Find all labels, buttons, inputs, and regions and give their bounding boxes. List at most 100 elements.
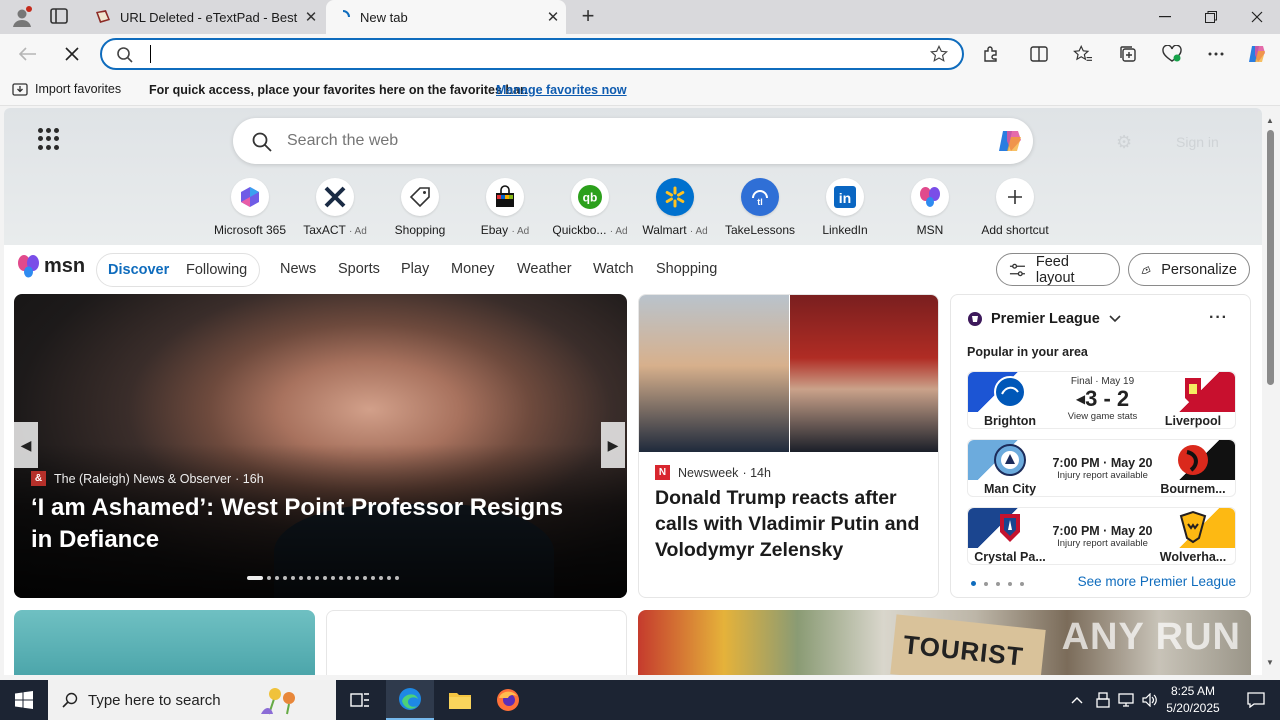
favorite-star-icon[interactable] [929,44,949,68]
feed-layout-button[interactable]: Feed layout [996,253,1120,286]
add-shortcut-button[interactable]: Add shortcut [973,178,1057,237]
new-tab-button[interactable]: + [576,5,600,28]
address-input[interactable] [148,44,908,64]
news-card-age: · 14h [742,465,771,480]
carousel-next-icon[interactable]: ▶ [601,422,625,468]
shortcut-walmart[interactable]: Walmart · Ad [633,178,717,237]
back-arrow-icon[interactable] [14,40,42,68]
personalize-button[interactable]: Personalize [1128,253,1250,286]
favorites-bar: Import favorites For quick access, place… [0,74,1280,106]
scroll-up-icon[interactable]: ▲ [1266,116,1274,125]
match-sub[interactable]: Injury report available [1052,538,1153,549]
tab-etextpad[interactable]: URL Deleted - eTextPad - Best onl ✕ [86,0,324,34]
close-tab-icon[interactable]: ✕ [298,8,324,26]
web-search-box[interactable] [233,118,1033,164]
nav-link-money[interactable]: Money [451,261,495,277]
shortcut-microsoft-365[interactable]: Microsoft 365 [208,178,292,237]
split-screen-icon[interactable] [1025,40,1053,68]
scroll-down-icon[interactable]: ▼ [1266,658,1274,667]
search-icon [62,692,78,708]
more-options-icon[interactable] [1202,40,1230,68]
import-favorites-button[interactable]: Import favorites [12,82,121,96]
shortcut-msn[interactable]: MSN [888,178,972,237]
favorites-icon[interactable] [1069,40,1097,68]
nav-link-weather[interactable]: Weather [517,261,572,277]
hero-news-card[interactable]: ◀ ▶ & The (Raleigh) News & Observer · 16… [14,294,627,598]
news-card-source-name: Newsweek [678,465,739,480]
tab-following[interactable]: Following [186,262,247,278]
match-sub[interactable]: Injury report available [1052,470,1153,481]
shortcut-linkedin[interactable]: in LinkedIn [803,178,887,237]
match-card[interactable]: Crystal Pa... Wolverha... 7:00 PM · May … [967,507,1236,565]
see-more-premier-league-link[interactable]: See more Premier League [1078,574,1236,589]
usb-device-icon[interactable] [1096,680,1110,720]
tab-new-tab[interactable]: New tab ✕ [326,0,566,34]
personalize-label: Personalize [1161,261,1237,278]
news-card-bottom-3[interactable]: TOURIST ANY RUN [638,610,1251,675]
sign-in-link[interactable]: Sign in [1176,134,1219,150]
tab-discover[interactable]: Discover [108,262,169,278]
nav-link-watch[interactable]: Watch [593,261,634,277]
nav-link-sports[interactable]: Sports [338,261,380,277]
extensions-icon[interactable] [977,40,1005,68]
taskbar-clock[interactable]: 8:25 AM 5/20/2025 [1156,683,1230,717]
premier-league-dropdown[interactable]: Premier League [967,311,1122,327]
match-card[interactable]: Brighton Liverpool Final · May 19 ◀3 - 2… [967,371,1236,429]
shortcut-takelessons[interactable]: tl TakeLessons [718,178,802,237]
carousel-prev-icon[interactable]: ◀ [14,422,38,468]
etextpad-favicon-icon [94,8,112,26]
settings-gear-icon[interactable]: ⚙ [1116,132,1132,153]
news-card-headline[interactable]: Donald Trump reacts after calls with Vla… [655,485,927,563]
collections-icon[interactable] [1114,40,1142,68]
address-bar[interactable] [100,38,964,70]
news-card-bottom-2[interactable] [326,610,627,675]
task-view-icon[interactable] [336,680,384,720]
firefox-icon[interactable] [484,680,532,720]
tab-actions-icon[interactable] [50,8,70,26]
news-card-bottom-1[interactable] [14,610,315,675]
page-scrollbar[interactable]: ▲ ▼ [1262,108,1280,675]
windows-start-icon[interactable] [0,680,48,720]
copilot-icon[interactable] [995,126,1025,156]
close-window-icon[interactable] [1234,0,1280,34]
web-search-input[interactable] [287,130,967,152]
minimize-icon[interactable] [1142,0,1188,34]
bournemouth-crest-icon [1151,440,1235,480]
manage-favorites-link[interactable]: Manage favorites now [496,83,627,97]
taskbar-search-box[interactable]: Type here to search [48,680,336,720]
msn-logo[interactable]: msn [16,254,85,278]
edge-taskbar-icon[interactable] [386,680,434,720]
shortcut-quickbooks[interactable]: qb Quickbo... · Ad [548,178,632,237]
nav-link-shopping[interactable]: Shopping [656,261,717,277]
shortcut-taxact[interactable]: TaxACT · Ad [293,178,377,237]
shortcut-shopping[interactable]: Shopping [378,178,462,237]
clock-time: 8:25 AM [1170,684,1216,698]
news-card-image [639,295,938,452]
hero-headline[interactable]: ‘I am Ashamed’: West Point Professor Res… [31,492,591,556]
notification-center-icon[interactable] [1232,680,1280,720]
crystal-palace-crest-icon [968,508,1052,548]
restore-icon[interactable] [1188,0,1234,34]
news-card-newsweek[interactable]: N Newsweek · 14h Donald Trump reacts aft… [638,294,939,598]
more-options-icon[interactable]: ··· [1209,309,1228,327]
close-tab-icon[interactable]: ✕ [540,8,566,26]
profile-icon[interactable] [10,5,34,29]
nav-link-play[interactable]: Play [401,261,429,277]
app-launcher-icon[interactable] [38,128,60,150]
copilot-icon[interactable] [1243,40,1271,68]
network-icon[interactable] [1118,680,1134,720]
shopping-tag-icon [401,178,439,216]
match-sub[interactable]: View game stats [1052,411,1153,422]
file-explorer-icon[interactable] [436,680,484,720]
stop-loading-icon[interactable] [58,40,86,68]
shortcut-ebay[interactable]: Ebay · Ad [463,178,547,237]
show-hidden-icons-icon[interactable] [1070,680,1084,720]
browser-essentials-icon[interactable] [1158,40,1186,68]
news-observer-logo-icon: & [31,471,46,486]
nav-link-news[interactable]: News [280,261,316,277]
msn-logo-text: msn [44,254,86,277]
match-card[interactable]: Man City Bournem... 7:00 PM · May 20 Inj… [967,439,1236,497]
walmart-spark-icon [656,178,694,216]
shortcut-label: Walmart [642,223,687,237]
scrollbar-thumb[interactable] [1267,130,1274,385]
